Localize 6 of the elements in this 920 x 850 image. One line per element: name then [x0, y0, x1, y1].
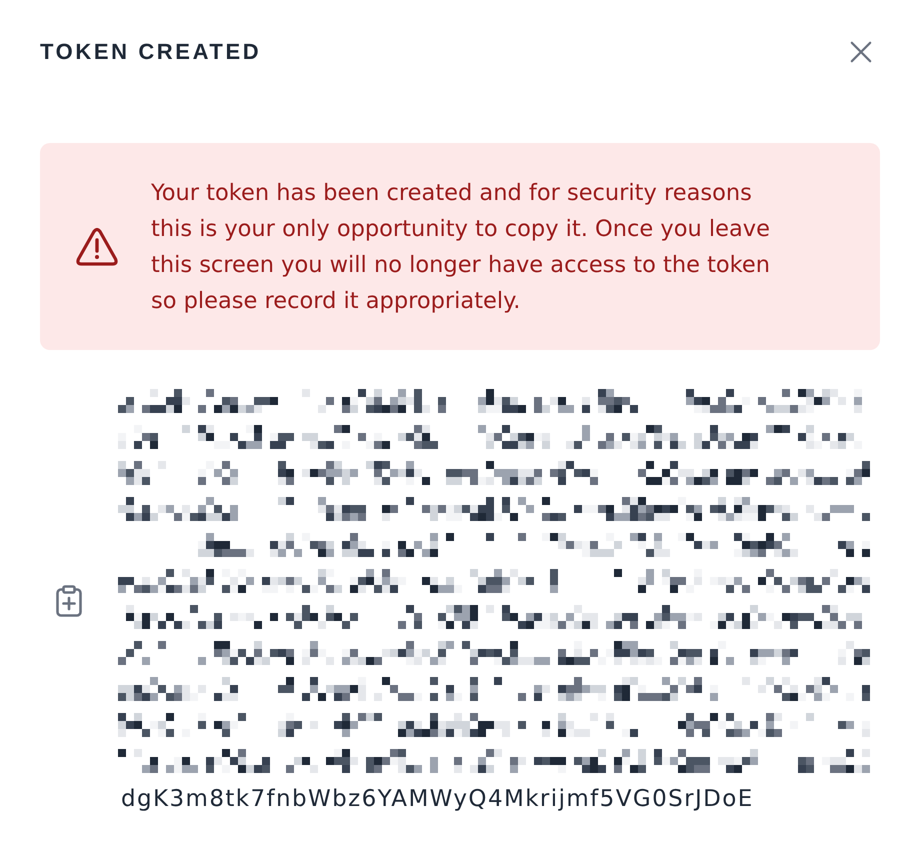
dialog-title: TOKEN CREATED	[40, 38, 262, 66]
warning-icon	[76, 228, 118, 266]
clipboard-plus-icon[interactable]	[56, 585, 82, 617]
close-icon[interactable]	[850, 41, 872, 63]
token-text: dgK3m8tk7fnbWbz6YAMWyQ4Mkrijmf5VG0SrJDoE	[121, 785, 754, 814]
alert-message: Your token has been created and for security reasons this is your only opportunity to copy it. Once you leave this screen you will no longer have access to the token so please record it appropriately.	[151, 179, 772, 316]
